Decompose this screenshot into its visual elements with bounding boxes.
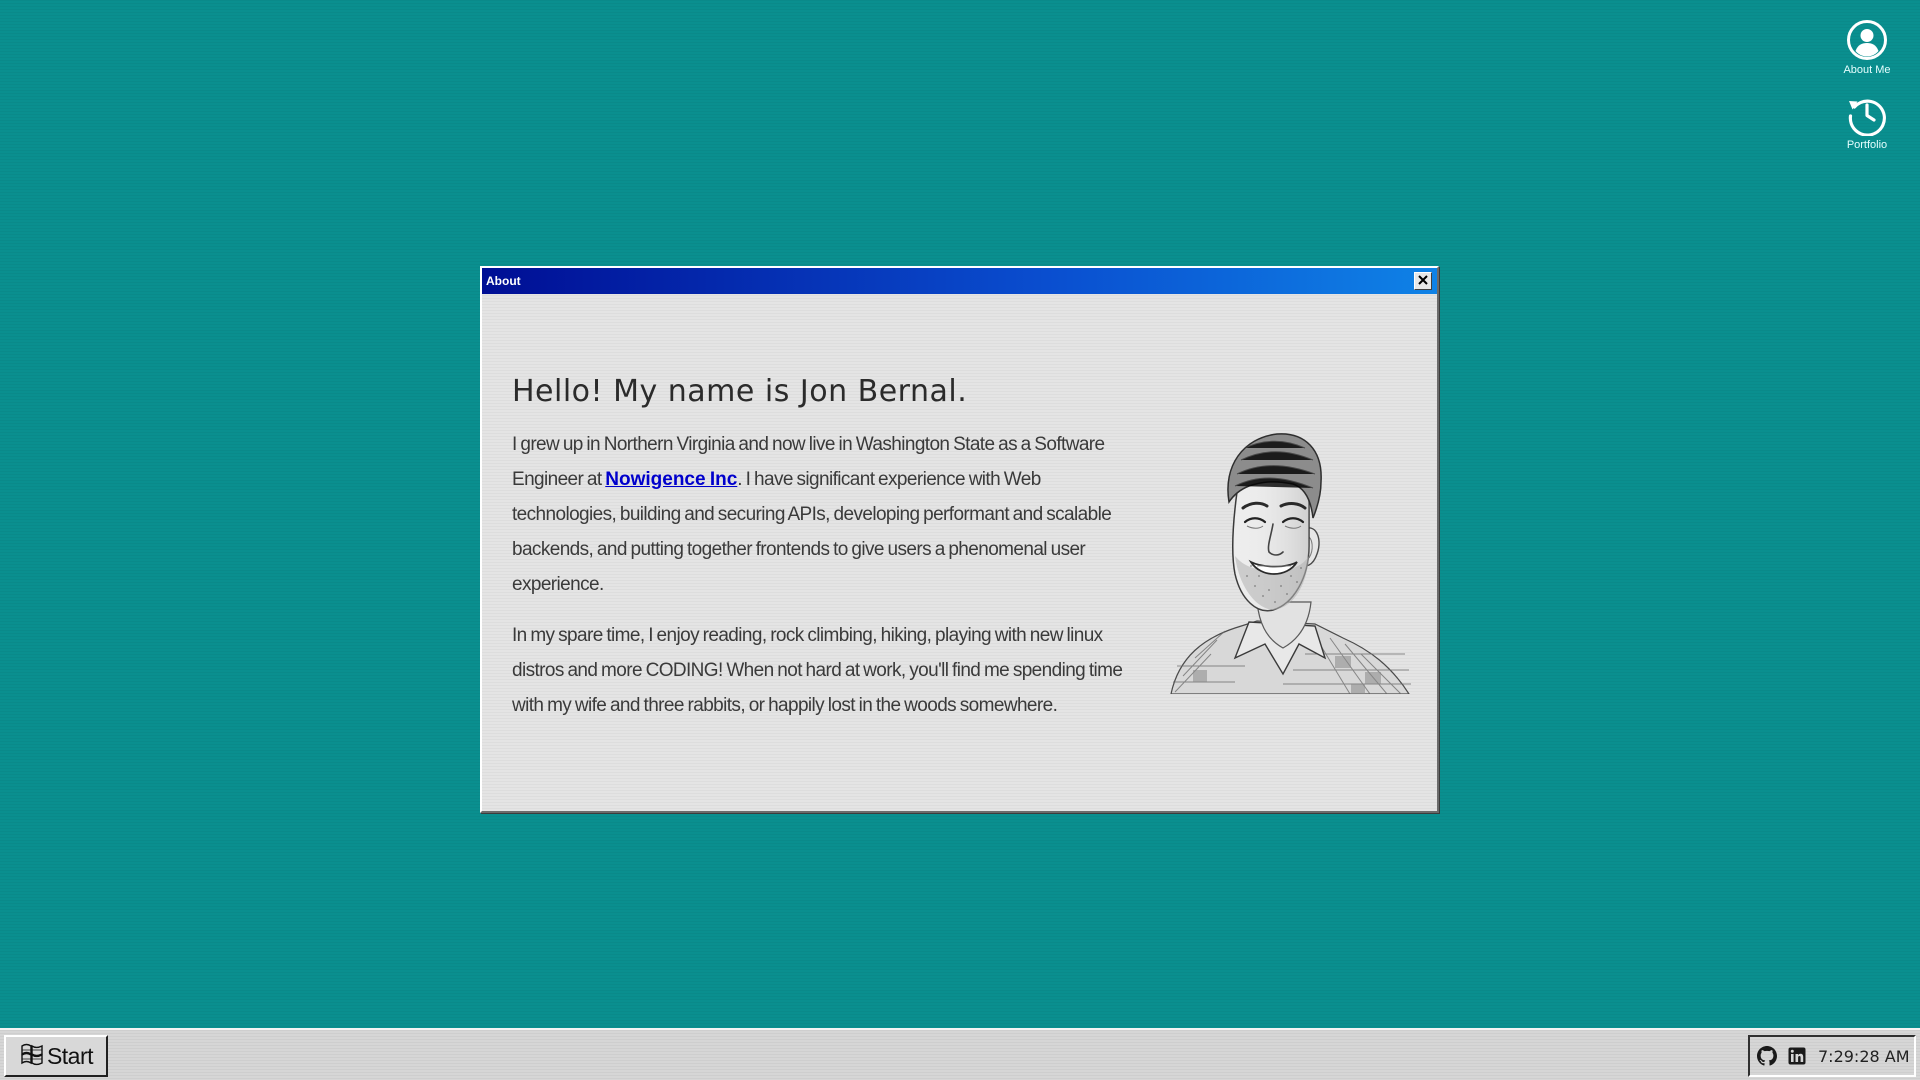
- linkedin-icon[interactable]: [1786, 1045, 1808, 1067]
- close-button[interactable]: [1414, 272, 1432, 290]
- window-titlebar[interactable]: About: [482, 268, 1437, 294]
- taskbar: Start 7:29:28 AM: [0, 1028, 1920, 1080]
- clock: 7:29:28 AM: [1818, 1046, 1910, 1066]
- bio-paragraph: I grew up in Northern Virginia and now l…: [512, 427, 1132, 602]
- start-button[interactable]: Start: [4, 1035, 108, 1077]
- about-content: Hello! My name is Jon Bernal. I grew up …: [512, 374, 1132, 739]
- desktop-icon-label: About Me: [1843, 64, 1891, 76]
- windows-flag-icon: [19, 1042, 45, 1071]
- user-circle-icon: [1845, 18, 1889, 62]
- system-tray: 7:29:28 AM: [1748, 1035, 1916, 1077]
- desktop-icon-portfolio[interactable]: Portfolio: [1822, 93, 1912, 151]
- about-window: About Hello! My name is Jon Bernal. I gr…: [480, 266, 1439, 813]
- window-title: About: [486, 274, 521, 288]
- sketch-portrait: [1165, 426, 1413, 695]
- history-icon: [1845, 93, 1889, 137]
- greeting-heading: Hello! My name is Jon Bernal.: [512, 374, 968, 409]
- hobbies-paragraph: In my spare time, I enjoy reading, rock …: [512, 625, 1123, 716]
- employer-link[interactable]: Nowigence Inc: [605, 469, 737, 490]
- desktop-icon-label: Portfolio: [1846, 139, 1888, 151]
- desktop-icon-about-me[interactable]: About Me: [1822, 18, 1912, 76]
- desktop: About Me Portfolio About Hello! My name …: [0, 0, 1920, 1028]
- start-label: Start: [46, 1042, 94, 1069]
- close-icon: [1418, 272, 1428, 290]
- github-icon[interactable]: [1756, 1045, 1778, 1067]
